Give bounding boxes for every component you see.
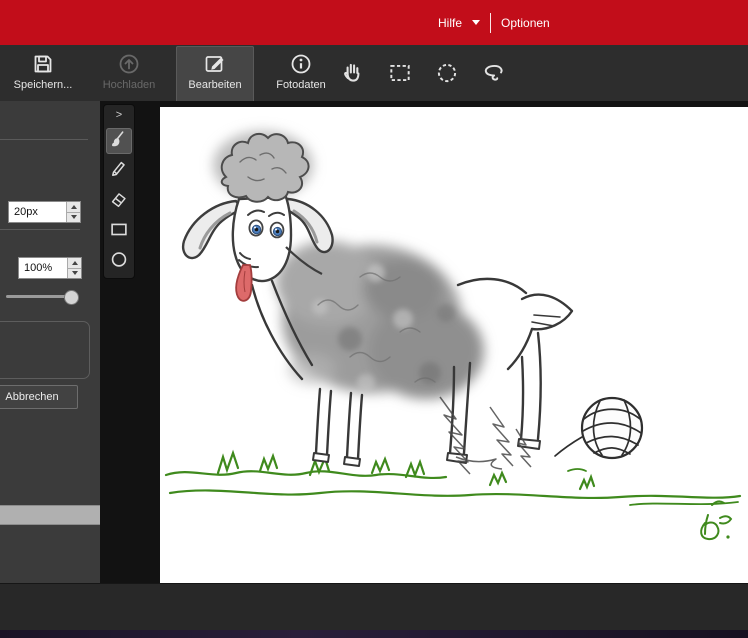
cancel-button[interactable]: Abbrechen [0,385,78,409]
photodata-button-label: Fotodaten [276,79,326,91]
chevron-down-icon[interactable] [472,20,480,25]
pencil-icon [108,158,130,185]
canvas[interactable] [160,107,748,583]
brush-size-stepper[interactable]: 20px [8,201,81,223]
panel-selected-strip [0,505,100,525]
save-button-label: Speichern... [14,79,73,91]
edit-icon [203,52,227,76]
menubar-items: Hilfe Optionen [438,0,550,45]
save-icon [31,52,55,76]
panel-groupbox [0,321,90,379]
spin-down-button[interactable] [67,212,80,223]
panel-separator [0,229,80,230]
toolbar-buttons: Speichern... Hochladen [4,46,340,105]
triangle-up-icon [72,261,78,265]
edit-panel: 20px 100% Abbrechen [0,101,100,583]
upload-icon [117,52,141,76]
upload-button-label: Hochladen [103,79,156,91]
upload-button[interactable]: Hochladen [90,46,168,105]
save-button[interactable]: Speichern... [4,46,82,105]
brush-tool[interactable] [106,128,132,154]
workspace: 20px 100% Abbrechen > [0,101,748,583]
palette-expand-button[interactable]: > [106,107,132,123]
ellipse-icon [108,248,130,275]
spinner-arrows [67,258,81,278]
triangle-down-icon [72,271,78,275]
statusbar: − + ★ ☆ ☆ ☆ ☆ [0,583,748,631]
spinner-arrows [66,202,80,222]
panel-separator [0,139,88,140]
options-menu[interactable]: Optionen [501,16,550,30]
edit-button-label: Bearbeiten [188,79,241,91]
spin-down-button[interactable] [68,268,81,279]
main-toolbar: Speichern... Hochladen [0,45,748,102]
ellipse-tool[interactable] [106,248,132,274]
info-icon [289,52,313,76]
triangle-down-icon [71,215,77,219]
triangle-up-icon [71,205,77,209]
pencil-tool[interactable] [106,158,132,184]
ellipse-select-icon[interactable] [434,60,460,86]
help-menu[interactable]: Hilfe [438,16,462,30]
desktop-strip [0,630,748,638]
eraser-icon [108,188,130,215]
lasso-select-icon[interactable] [481,60,507,86]
rectangle-tool[interactable] [106,218,132,244]
photo-editor-window: Hilfe Optionen Speichern... [0,0,748,638]
rect-select-icon[interactable] [387,60,413,86]
drawing-tool-palette: > [103,104,135,279]
spin-up-button[interactable] [67,202,80,212]
opacity-slider-handle[interactable] [64,290,79,305]
opacity-stepper[interactable]: 100% [18,257,82,279]
edit-button[interactable]: Bearbeiten [176,46,254,105]
eraser-tool[interactable] [106,188,132,214]
menu-separator [490,13,491,33]
sheep-drawing [160,107,748,583]
selection-tools [340,46,507,99]
photodata-button[interactable]: Fotodaten [262,46,340,105]
opacity-value: 100% [19,258,67,278]
hand-tool-icon[interactable] [340,60,366,86]
rectangle-icon [108,218,130,245]
brush-size-value: 20px [9,202,66,222]
spin-up-button[interactable] [68,258,81,268]
menubar: Hilfe Optionen [0,0,748,45]
brush-icon [108,128,130,155]
